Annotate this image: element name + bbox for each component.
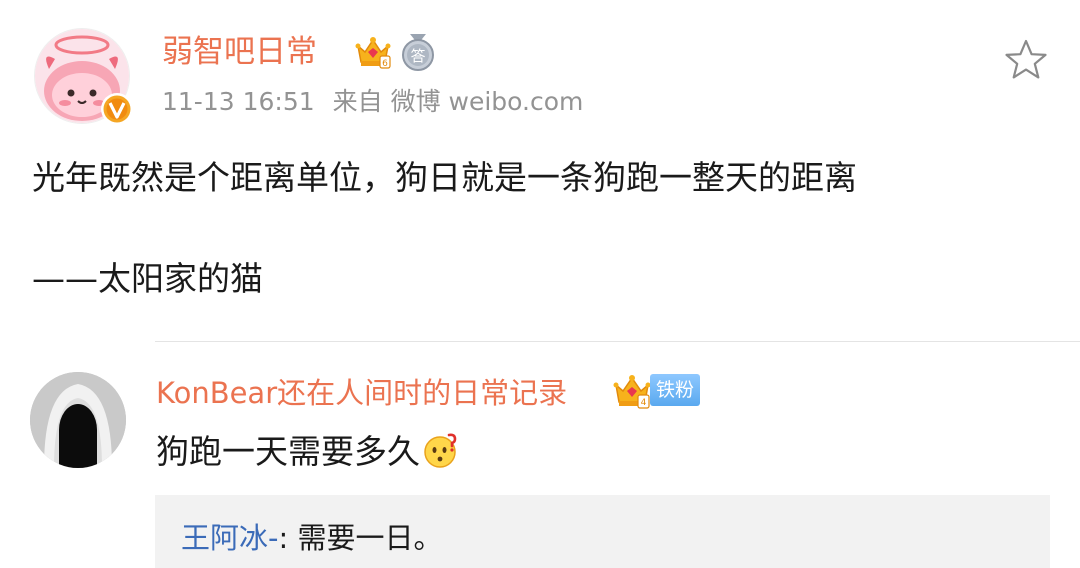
post-signature: ——太阳家的猫: [32, 259, 263, 298]
reply-box[interactable]: 王阿冰-: 需要一日。: [155, 495, 1050, 568]
medal-badge-text: 答: [410, 47, 425, 65]
post-time: 11-13 16:51: [162, 87, 315, 116]
fan-badge[interactable]: 铁粉: [650, 374, 701, 406]
post-content: 光年既然是个距离单位，狗日就是一条狗跑一整天的距离: [32, 158, 857, 197]
comment-text-row: 狗跑一天需要多久: [156, 428, 460, 476]
crown-badge-icon[interactable]: 6: [354, 34, 392, 70]
weibo-post-page: 弱智吧日常 6 答 11-13 16:51 来自 微博 weibo.com 光年既…: [0, 0, 1080, 568]
comment-crown-badge-icon[interactable]: 4: [612, 372, 652, 410]
post-meta: 11-13 16:51 来自 微博 weibo.com: [162, 84, 583, 120]
post-avatar-container[interactable]: [34, 28, 133, 126]
svg-text:6: 6: [382, 59, 388, 69]
reply-line: 王阿冰-: 需要一日。: [181, 517, 442, 559]
reply-separator: :: [278, 521, 298, 555]
star-outline-icon[interactable]: [1004, 38, 1048, 82]
post-source[interactable]: 来自 微博 weibo.com: [333, 87, 584, 116]
svg-text:4: 4: [641, 398, 647, 408]
comment-text: 狗跑一天需要多久: [156, 432, 420, 471]
reply-text: 需要一日。: [297, 521, 443, 555]
comment-avatar-image: [30, 372, 126, 468]
medal-badge-icon[interactable]: 答: [400, 32, 436, 72]
comment-username[interactable]: KonBear还在人间时的日常记录: [156, 372, 567, 414]
post-username[interactable]: 弱智吧日常: [162, 30, 317, 74]
comment-divider: [155, 341, 1080, 342]
verified-v-icon: [101, 93, 133, 125]
reply-username[interactable]: 王阿冰-: [181, 521, 278, 555]
question-face-emoji: [424, 433, 457, 468]
comment-avatar[interactable]: [30, 372, 126, 468]
